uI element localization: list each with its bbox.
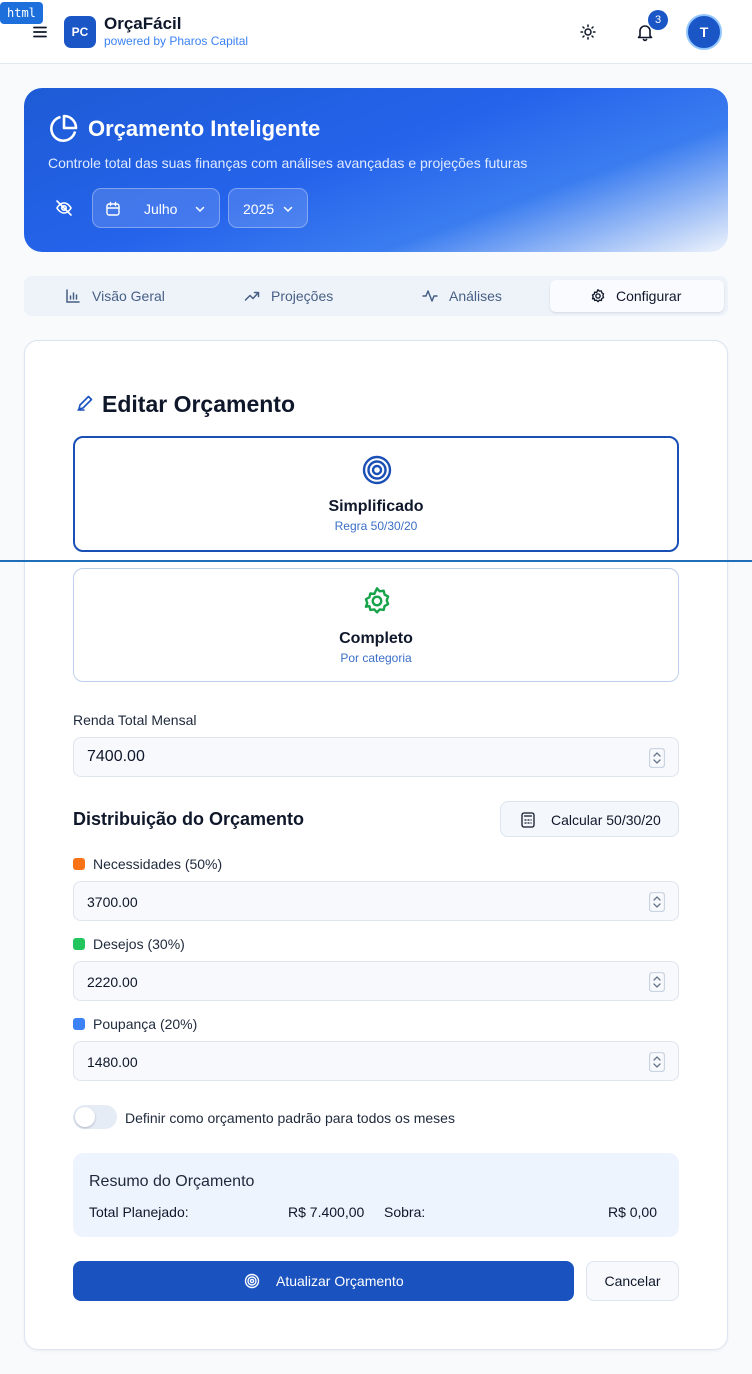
needs-input[interactable]: 3700.00: [73, 881, 679, 921]
tab-settings-label: Configurar: [616, 288, 682, 304]
user-avatar[interactable]: T: [686, 14, 722, 50]
pie-chart-icon: [48, 112, 80, 144]
number-stepper-icon[interactable]: [649, 748, 665, 768]
savings-label: Poupança (20%): [93, 1016, 198, 1032]
update-budget-label: Atualizar Orçamento: [276, 1273, 404, 1289]
mode-complete-subtitle: Por categoria: [340, 651, 412, 665]
tab-analyses-label: Análises: [449, 288, 502, 304]
number-stepper-icon[interactable]: [649, 1052, 665, 1072]
tab-overview-label: Visão Geral: [92, 288, 165, 304]
tab-projections-label: Projeções: [271, 288, 334, 304]
savings-color-swatch: [73, 1018, 85, 1030]
leftover-label: Sobra:: [384, 1204, 426, 1220]
income-value: 7400.00: [87, 748, 145, 765]
savings-value: 1480.00: [87, 1054, 138, 1070]
distribution-title: Distribuição do Orçamento: [73, 809, 305, 829]
month-select[interactable]: Julho: [92, 188, 220, 228]
target-icon: [244, 1273, 260, 1289]
theme-toggle-sun-icon[interactable]: [578, 22, 598, 42]
default-budget-toggle[interactable]: [73, 1105, 117, 1129]
brand: OrçaFácil powered by Pharos Capital: [104, 14, 248, 49]
year-select-value: 2025: [243, 201, 275, 217]
calendar-icon: [105, 201, 121, 217]
wants-value: 2220.00: [87, 974, 138, 990]
app-header: PC OrçaFácil powered by Pharos Capital 3…: [0, 0, 752, 64]
planned-total-label: Total Planejado:: [89, 1204, 189, 1220]
trending-up-icon: [244, 288, 260, 304]
cancel-button[interactable]: Cancelar: [586, 1261, 679, 1301]
chevron-down-icon: [193, 202, 207, 216]
planned-total-value: R$ 7.400,00: [288, 1204, 365, 1220]
mode-option-simplified[interactable]: Simplificado Regra 50/30/20: [73, 436, 679, 552]
year-select[interactable]: 2025: [228, 188, 308, 228]
wants-input[interactable]: 2220.00: [73, 961, 679, 1001]
tab-projections[interactable]: Projeções: [202, 280, 374, 312]
calculator-icon: [521, 812, 535, 828]
mode-simplified-subtitle: Regra 50/30/20: [334, 519, 418, 533]
mode-option-complete[interactable]: Completo Por categoria: [73, 568, 679, 682]
hero-title: Orçamento Inteligente: [88, 116, 321, 141]
budget-hero-banner: Orçamento Inteligente Controle total das…: [24, 88, 728, 252]
number-stepper-icon[interactable]: [649, 892, 665, 912]
chevron-down-icon: [281, 202, 295, 216]
section-tabs: Visão Geral Projeções Análises Configura…: [24, 276, 728, 316]
tab-overview[interactable]: Visão Geral: [28, 280, 200, 312]
app-name: OrçaFácil: [104, 14, 182, 33]
month-select-value: Julho: [144, 201, 178, 217]
income-input[interactable]: 7400.00: [73, 737, 679, 777]
income-label: Renda Total Mensal: [73, 712, 197, 728]
bar-chart-icon: [65, 288, 81, 304]
divider-line: [0, 560, 752, 562]
hide-values-eye-off-icon[interactable]: [54, 198, 74, 218]
target-icon: [361, 454, 393, 486]
summary-title: Resumo do Orçamento: [89, 1173, 255, 1190]
toggle-knob: [75, 1107, 95, 1127]
gear-icon: [361, 585, 393, 617]
savings-input[interactable]: 1480.00: [73, 1041, 679, 1081]
mode-simplified-title: Simplificado: [328, 498, 424, 515]
leftover-value: R$ 0,00: [607, 1204, 657, 1220]
wants-color-swatch: [73, 938, 85, 950]
wants-label: Desejos (30%): [93, 936, 185, 952]
activity-icon: [422, 288, 438, 304]
default-budget-toggle-label: Definir como orçamento padrão para todos…: [125, 1110, 455, 1126]
edit-budget-card: Editar Orçamento Simplificado Regra 50/3…: [24, 340, 728, 1350]
needs-label: Necessidades (50%): [93, 856, 223, 872]
pencil-icon: [75, 393, 95, 413]
needs-value: 3700.00: [87, 894, 138, 910]
calculate-503020-button[interactable]: Calcular 50/30/20: [500, 801, 679, 837]
notification-count-badge: 3: [648, 10, 668, 30]
app-logo: PC: [64, 16, 96, 48]
hamburger-menu-icon[interactable]: [30, 22, 50, 42]
app-subtitle: powered by Pharos Capital: [104, 34, 249, 48]
gear-icon: [590, 288, 606, 304]
update-budget-button[interactable]: Atualizar Orçamento: [73, 1261, 574, 1301]
html-debug-tag: html: [0, 2, 43, 24]
hero-subtitle: Controle total das suas finanças com aná…: [48, 155, 528, 171]
number-stepper-icon[interactable]: [649, 972, 665, 992]
budget-summary: Resumo do Orçamento Total Planejado: R$ …: [73, 1153, 679, 1237]
tab-analyses[interactable]: Análises: [376, 280, 548, 312]
mode-complete-title: Completo: [339, 630, 413, 647]
tab-settings[interactable]: Configurar: [550, 280, 724, 312]
needs-color-swatch: [73, 858, 85, 870]
calculate-button-label: Calcular 50/30/20: [551, 812, 661, 828]
edit-budget-title: Editar Orçamento: [102, 391, 295, 417]
